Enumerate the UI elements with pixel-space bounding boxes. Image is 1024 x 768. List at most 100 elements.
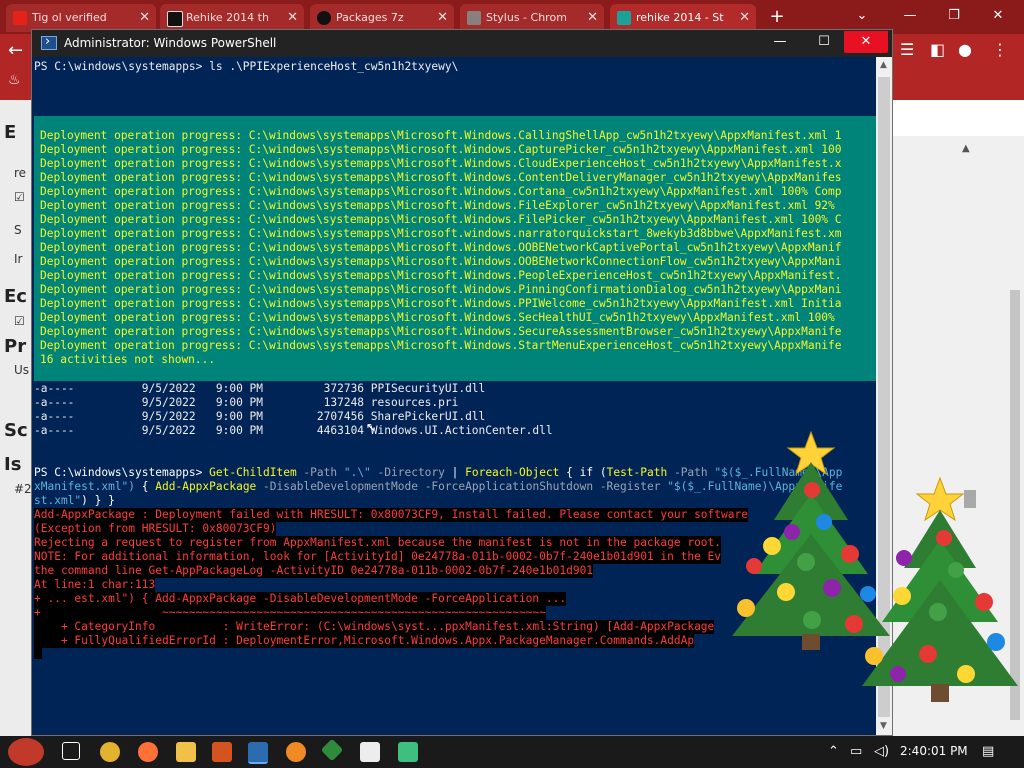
search-icon[interactable] bbox=[286, 742, 306, 762]
scroll-up-arrow-icon[interactable]: ▲ bbox=[962, 143, 970, 154]
cmdlet-token: Add-AppxPackage bbox=[155, 480, 257, 493]
progress-line: Deployment operation progress: C:\window… bbox=[40, 325, 842, 338]
error-line: Add-AppxPackage : Deployment failed with… bbox=[34, 508, 748, 522]
cmdlet-token: Get-ChildItem bbox=[209, 466, 297, 479]
chevron-down-icon[interactable]: ⌄ bbox=[842, 4, 882, 28]
command-line-2: xManifest.xml") { Add-AppxPackage -Disab… bbox=[34, 480, 842, 494]
cmdlet-token: Test-Path bbox=[606, 466, 668, 479]
page-button-fragment[interactable]: Ir bbox=[14, 252, 22, 266]
tab-close-icon[interactable]: ✕ bbox=[587, 4, 598, 32]
powershell-taskbar-icon[interactable] bbox=[248, 742, 268, 764]
profile-avatar-icon[interactable]: ● bbox=[958, 40, 972, 59]
minimize-button[interactable]: — bbox=[758, 31, 802, 53]
scroll-down-arrow-icon[interactable]: ▼ bbox=[880, 721, 887, 731]
checkbox[interactable]: ☑ bbox=[14, 190, 25, 204]
notepad-icon[interactable] bbox=[398, 742, 418, 762]
prompt-text: PS C:\windows\systemapps> bbox=[34, 466, 210, 479]
browser-tab-5[interactable]: rehike 2014 - St ✕ bbox=[610, 4, 756, 32]
new-tab-button[interactable]: + bbox=[766, 6, 788, 27]
issue-number-fragment: #2 bbox=[14, 482, 32, 496]
clock[interactable]: 2:40:01 PM bbox=[900, 744, 968, 758]
scroll-up-arrow-icon[interactable]: ▲ bbox=[880, 60, 887, 70]
error-line: + ~~~~~~~~~~~~~~~~~~~~~~~~~~~~~~~~~~~~~~… bbox=[34, 606, 546, 620]
operator-token: ( bbox=[593, 466, 607, 479]
tab-close-icon[interactable]: ✕ bbox=[139, 4, 150, 32]
listing-row: -a---- 9/5/2022 9:00 PM 372736 PPISecuri… bbox=[34, 382, 486, 395]
listing-row: -a---- 9/5/2022 9:00 PM 4463104 Windows.… bbox=[34, 424, 553, 437]
powershell-titlebar[interactable]: Administrator: Windows PowerShell — ☐ ✕ bbox=[32, 30, 892, 57]
extension-icon[interactable]: ♨ bbox=[8, 72, 21, 88]
file-explorer-icon[interactable] bbox=[176, 742, 196, 762]
string-token: ".\" bbox=[343, 466, 371, 479]
maximize-button[interactable]: ☐ bbox=[802, 31, 846, 53]
text-cursor bbox=[34, 647, 42, 659]
section-toggle[interactable]: Is bbox=[4, 454, 21, 475]
progress-line: Deployment operation progress: C:\window… bbox=[40, 185, 842, 198]
reading-list-icon[interactable]: ☰ bbox=[900, 40, 914, 59]
section-toggle[interactable]: Sc bbox=[4, 420, 28, 441]
tab-close-icon[interactable]: ✕ bbox=[739, 4, 750, 32]
7zip-icon[interactable] bbox=[360, 742, 380, 762]
progress-panel: Deployment operation progress: C:\window… bbox=[34, 116, 876, 381]
close-button[interactable]: ✕ bbox=[844, 31, 888, 53]
tab-close-icon[interactable]: ✕ bbox=[437, 4, 448, 32]
youtube-favicon-icon bbox=[13, 11, 27, 25]
taskbar: ⌃ ▭ ◁) 2:40:01 PM ▤ bbox=[0, 736, 1024, 768]
tab-label: rehike 2014 - St bbox=[636, 11, 724, 24]
stylus-favicon-icon bbox=[467, 11, 481, 25]
chrome-icon[interactable] bbox=[100, 742, 120, 762]
error-line: NOTE: For additional information, look f… bbox=[34, 550, 722, 564]
network-icon[interactable]: ▭ bbox=[850, 744, 862, 759]
progress-line: Deployment operation progress: C:\window… bbox=[40, 143, 842, 156]
progress-line: Deployment operation progress: C:\window… bbox=[40, 339, 842, 352]
browser-tab-1[interactable]: Tig ol verified ✕ bbox=[6, 4, 156, 32]
volume-icon[interactable]: ◁) bbox=[874, 744, 889, 759]
tab-label: Tig ol verified bbox=[32, 11, 107, 24]
chevron-up-icon[interactable]: ⌃ bbox=[828, 744, 839, 759]
operator-token: { bbox=[559, 466, 580, 479]
keyword-token: if bbox=[579, 466, 594, 479]
christmas-tree-icon bbox=[862, 476, 1018, 702]
progress-line: Deployment operation progress: C:\window… bbox=[40, 297, 842, 310]
section-toggle[interactable]: Pr bbox=[4, 336, 26, 357]
command-line-3: st.xml") } } bbox=[34, 494, 115, 508]
sidepanel-icon[interactable]: ◧ bbox=[930, 40, 945, 59]
tab-label: Packages 7z bbox=[336, 11, 404, 24]
checkbox[interactable]: ☑ bbox=[14, 314, 25, 328]
error-line: At line:1 char:113 bbox=[34, 578, 156, 592]
browser-tab-3[interactable]: Packages 7z ✕ bbox=[310, 4, 454, 32]
browser-close-button[interactable]: ✕ bbox=[978, 4, 1018, 28]
tab-close-icon[interactable]: ✕ bbox=[287, 4, 298, 32]
tab-label: Stylus - Chrom bbox=[486, 11, 567, 24]
notifications-icon[interactable]: ▤ bbox=[982, 744, 994, 759]
back-arrow-icon[interactable]: ← bbox=[8, 40, 23, 61]
menu-icon[interactable]: ⋮ bbox=[992, 40, 1008, 59]
section-toggle[interactable]: Ec bbox=[4, 286, 27, 307]
start-button[interactable] bbox=[8, 738, 44, 766]
progress-line: Deployment operation progress: C:\window… bbox=[40, 227, 842, 240]
browser-minimize-button[interactable]: — bbox=[890, 4, 930, 28]
console-prompt-line: PS C:\windows\systemapps> ls .\PPIExperi… bbox=[34, 60, 459, 73]
app-icon[interactable] bbox=[212, 742, 232, 762]
operator-token: | bbox=[451, 466, 466, 479]
browser-maximize-button[interactable]: ❐ bbox=[934, 4, 974, 28]
page-button-fragment[interactable]: S bbox=[14, 223, 22, 237]
green-diamond-icon[interactable] bbox=[320, 738, 344, 762]
toolbar-icons: ☰ ◧ ● ⋮ bbox=[896, 40, 1024, 64]
browser-tab-4[interactable]: Stylus - Chrom ✕ bbox=[460, 4, 604, 32]
browser-tab-2[interactable]: Rehike 2014 th ✕ bbox=[160, 4, 304, 32]
powershell-icon bbox=[41, 34, 57, 50]
firefox-icon[interactable] bbox=[138, 742, 158, 762]
progress-line: Deployment operation progress: C:\window… bbox=[40, 255, 842, 268]
task-view-icon[interactable] bbox=[62, 742, 80, 760]
error-line: + CategoryInfo : WriteError: (C:\windows… bbox=[34, 620, 715, 634]
cmdlet-token: Foreach-Object bbox=[465, 466, 560, 479]
progress-line: Deployment operation progress: C:\window… bbox=[40, 269, 842, 282]
progress-line: Deployment operation progress: C:\window… bbox=[40, 171, 842, 184]
page-link-fragment[interactable]: Us bbox=[14, 363, 29, 377]
string-token: st.xml" bbox=[34, 494, 82, 507]
operator-token: ) } } bbox=[81, 494, 115, 507]
window-title: Administrator: Windows PowerShell bbox=[64, 36, 277, 50]
github-favicon-icon bbox=[317, 11, 331, 25]
page-input-fragment[interactable]: re bbox=[14, 166, 26, 180]
